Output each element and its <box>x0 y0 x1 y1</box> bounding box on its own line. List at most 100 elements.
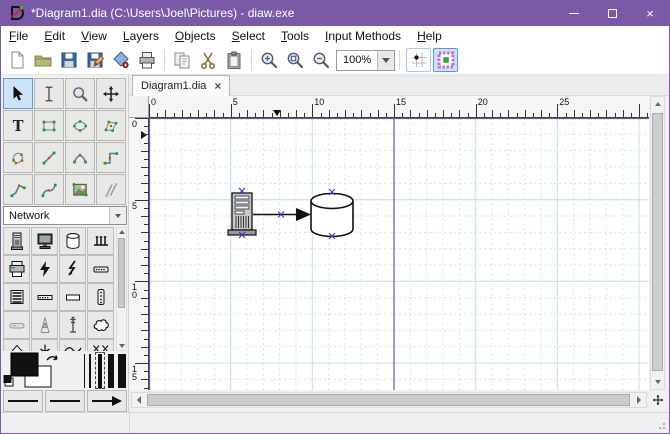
menu-input-methods[interactable]: Input Methods <box>317 27 409 45</box>
shape-flash[interactable] <box>31 255 58 283</box>
print-button[interactable] <box>134 48 160 73</box>
v-ruler: 051 01 5 <box>129 118 149 390</box>
paste-button[interactable] <box>221 48 247 73</box>
shape-hub[interactable] <box>87 227 114 255</box>
color-selector[interactable] <box>3 352 75 389</box>
line-width-2[interactable] <box>88 353 91 388</box>
tool-box[interactable] <box>34 110 64 141</box>
app-window: *Diagram1.dia (C:\Users\Joel\Pictures) -… <box>0 0 670 434</box>
shape-printer[interactable] <box>3 255 30 283</box>
shape-antenna[interactable] <box>59 311 86 339</box>
tab-close-icon[interactable]: × <box>214 79 221 93</box>
shape-computer[interactable] <box>3 227 30 255</box>
tool-polyline[interactable] <box>3 174 33 205</box>
line-width-1[interactable] <box>84 353 85 388</box>
menu-objects[interactable]: Objects <box>167 27 224 45</box>
zoom-in-button[interactable] <box>256 48 282 73</box>
tool-zigzagline[interactable] <box>96 142 126 173</box>
menu-file[interactable]: File <box>1 27 36 45</box>
zoom-dropdown-button[interactable] <box>377 50 394 70</box>
toolbar-separator <box>399 50 400 70</box>
zoom-out-button[interactable] <box>308 48 334 73</box>
h-scrollbar-thumb[interactable] <box>147 394 630 406</box>
tool-arc[interactable] <box>65 142 95 173</box>
palette-scrollbar-thumb[interactable] <box>118 238 125 308</box>
sheet-selector[interactable]: Network <box>3 206 127 225</box>
line-width-selector[interactable] <box>81 352 129 389</box>
shape-storage[interactable] <box>59 227 86 255</box>
h-scrollbar[interactable] <box>131 392 647 408</box>
new-button[interactable] <box>4 48 30 73</box>
maximize-button[interactable] <box>593 0 631 26</box>
palette-scrollbar[interactable] <box>116 227 127 351</box>
end-arrow-button[interactable] <box>87 390 127 412</box>
line-style-button[interactable] <box>45 390 85 412</box>
zoom-in-icon <box>261 52 278 69</box>
save-icon <box>61 52 77 68</box>
tool-modify[interactable] <box>3 78 33 109</box>
tool-beziergon[interactable] <box>3 142 33 173</box>
v-scroll-up-button[interactable] <box>651 97 664 111</box>
tool-text[interactable]: T <box>3 110 33 141</box>
v-scrollbar[interactable] <box>650 96 665 390</box>
save-as-button[interactable] <box>82 48 108 73</box>
menu-layers[interactable]: Layers <box>115 27 167 45</box>
snap-to-objects-toggle[interactable] <box>433 48 458 72</box>
pan-button[interactable] <box>650 392 665 408</box>
menu-edit[interactable]: Edit <box>36 27 73 45</box>
shape-modem[interactable] <box>87 255 114 283</box>
hub-shape-icon <box>93 236 108 246</box>
line-width-5[interactable] <box>118 353 126 388</box>
menu-help[interactable]: Help <box>409 27 450 45</box>
menu-view[interactable]: View <box>73 27 115 45</box>
shape-cloud[interactable] <box>87 311 114 339</box>
tool-ellipse[interactable] <box>65 110 95 141</box>
zoom-combobox[interactable]: 100% <box>336 49 395 71</box>
shape-box[interactable] <box>59 283 86 311</box>
open-button[interactable] <box>30 48 56 73</box>
h-scroll-left-button[interactable] <box>132 393 146 407</box>
tool-text-edit[interactable] <box>34 78 64 109</box>
shape-modem-vertical[interactable] <box>87 283 114 311</box>
sheet-selector-dropdown[interactable] <box>109 207 126 224</box>
shape-monitor[interactable] <box>31 227 58 255</box>
h-scroll-right-button[interactable] <box>632 393 646 407</box>
v-scrollbar-thumb[interactable] <box>652 113 663 371</box>
zoom-fit-button[interactable] <box>282 48 308 73</box>
shape-patch-panel[interactable] <box>31 283 58 311</box>
toolbox-panel: T Network <box>1 75 129 412</box>
menu-tools[interactable]: Tools <box>273 27 317 45</box>
snap-to-grid-toggle[interactable] <box>406 48 431 72</box>
tab-diagram1[interactable]: Diagram1.dia × <box>132 75 231 96</box>
tool-bezierline[interactable] <box>34 174 64 205</box>
export-button[interactable] <box>108 48 134 73</box>
v-scroll-down-button[interactable] <box>651 375 664 389</box>
tool-polygon[interactable] <box>96 110 126 141</box>
tool-outline[interactable] <box>96 174 126 205</box>
tool-magnify[interactable] <box>65 78 95 109</box>
shape-firewall[interactable] <box>3 339 30 351</box>
canvas[interactable] <box>148 117 649 390</box>
tool-scroll[interactable] <box>96 78 126 109</box>
menu-select[interactable]: Select <box>224 27 273 45</box>
start-arrow-button[interactable] <box>3 390 43 412</box>
shape-switch[interactable] <box>3 283 30 311</box>
resize-grip-icon[interactable] <box>655 419 667 431</box>
save-button[interactable] <box>56 48 82 73</box>
cut-button[interactable] <box>195 48 221 73</box>
shape-crossover[interactable] <box>87 339 114 351</box>
tool-line[interactable] <box>34 142 64 173</box>
image-icon <box>72 182 88 196</box>
shape-radio-tower[interactable] <box>31 311 58 339</box>
minimize-button[interactable] <box>555 0 593 26</box>
copy-button[interactable] <box>169 48 195 73</box>
line-width-selected[interactable] <box>94 352 105 389</box>
color-line-area <box>3 352 127 389</box>
shape-lightning[interactable] <box>59 255 86 283</box>
shape-router[interactable] <box>3 311 30 339</box>
shape-wan-link[interactable] <box>59 339 86 351</box>
tool-image[interactable] <box>65 174 95 205</box>
line-width-4[interactable] <box>108 353 115 388</box>
close-button[interactable]: × <box>631 0 669 26</box>
shape-ground[interactable] <box>31 339 58 351</box>
